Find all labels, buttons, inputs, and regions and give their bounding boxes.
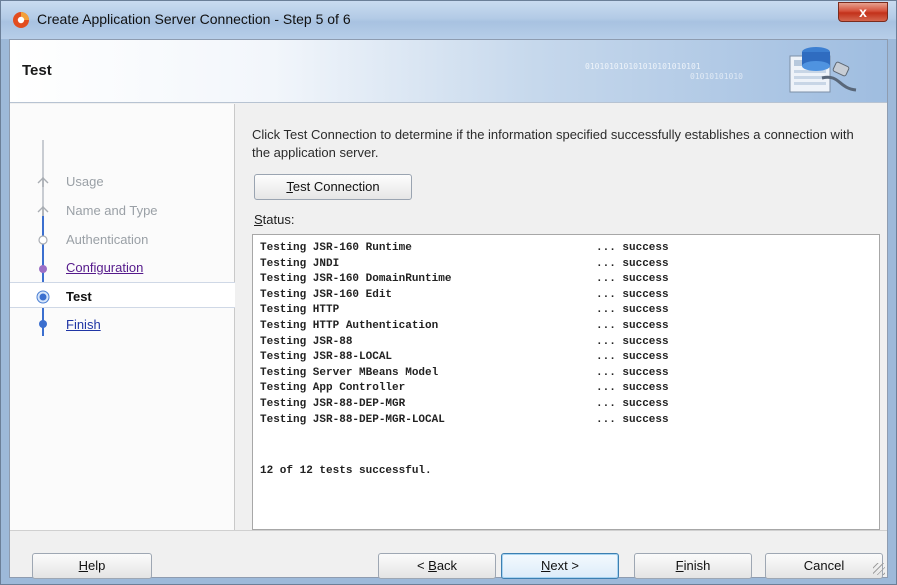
nav-label-finish: Finish [66, 317, 101, 332]
status-row: Testing JSR-88 ... success [260, 336, 669, 352]
nav-label-name-and-type: Name and Type [66, 203, 158, 218]
step-description: Click Test Connection to determine if th… [252, 127, 854, 160]
status-test-name: Testing JSR-160 Runtime [260, 242, 412, 254]
next-label: ext > [550, 558, 579, 573]
header-binary-decoration: 010101010101010101010101 [585, 62, 701, 71]
step-title: Test [22, 62, 52, 79]
status-result: ... success [596, 382, 669, 395]
wizard-steps-nav: Usage Name and Type Authentication Confi… [10, 104, 235, 530]
status-test-name: Testing JSR-88-LOCAL [260, 351, 393, 364]
step-visited-icon [39, 265, 47, 273]
step-content: Click Test Connection to determine if th… [252, 104, 882, 530]
nav-step-usage[interactable]: Usage [10, 168, 235, 194]
status-label-text: tatus: [262, 212, 295, 227]
nav-label-test: Test [66, 289, 92, 304]
status-test-name: Testing Server MBeans Model [260, 366, 439, 379]
status-output-area[interactable]: Testing JSR-160 Runtime ... success Testi… [252, 234, 880, 530]
back-label: ack [436, 558, 458, 573]
cancel-button[interactable]: Cancel [765, 553, 883, 579]
status-result: ... success [596, 319, 669, 332]
step-done-icon [37, 177, 49, 187]
status-test-name: Testing HTTP [260, 304, 340, 317]
step-pending-icon [39, 320, 47, 328]
status-result: ... success [596, 304, 669, 317]
status-row: Testing HTTP Authentication ... success [260, 320, 669, 336]
status-row: Testing Server MBeans Model ... success [260, 367, 669, 383]
status-result: ... success [596, 288, 669, 301]
status-row: Testing JSR-88-DEP-MGR-LOCAL ... success [260, 414, 669, 430]
finish-button[interactable]: Finish [634, 553, 752, 579]
header-binary-decoration-2: 01010101010 [690, 72, 743, 81]
status-result: ... success [596, 397, 669, 410]
nav-label-configuration: Configuration [66, 260, 144, 275]
finish-label: inish [683, 558, 711, 573]
nav-step-test[interactable]: Test [10, 282, 235, 308]
nav-step-authentication[interactable]: Authentication [10, 226, 235, 252]
status-row: Testing JSR-160 DomainRuntime ... success [260, 273, 669, 289]
status-result: ... success [596, 366, 669, 379]
status-label: Status: [254, 212, 294, 227]
status-lines: Testing JSR-160 Runtime ... success Testi… [260, 242, 669, 429]
status-result: ... success [596, 413, 669, 426]
title-bar[interactable]: Create Application Server Connection - S… [1, 1, 896, 39]
close-button[interactable]: x [838, 2, 888, 22]
status-test-name: Testing JSR-160 Edit [260, 288, 393, 301]
status-test-name: Testing JSR-88-DEP-MGR [260, 397, 406, 410]
help-button[interactable]: Help [32, 553, 152, 579]
status-label-mnemonic: S [254, 212, 263, 227]
server-connection-icon [789, 47, 857, 93]
status-row: Testing JNDI ... success [260, 258, 669, 274]
step-done-icon [38, 235, 48, 245]
step-done-icon [37, 206, 49, 216]
nav-step-configuration[interactable]: Configuration [10, 254, 235, 280]
status-test-name: Testing HTTP Authentication [260, 319, 439, 332]
test-connection-label: est Connection [292, 179, 380, 194]
status-row: Testing JSR-160 Runtime ... success [260, 242, 669, 258]
status-test-name: Testing JSR-160 DomainRuntime [260, 273, 452, 286]
back-mnemonic: B [428, 558, 437, 573]
status-test-name: Testing JNDI [260, 257, 340, 270]
dialog-client: Test 010101010101010101010101 0101010101… [9, 39, 888, 579]
status-test-name: Testing JSR-88-DEP-MGR-LOCAL [260, 413, 445, 426]
status-row: Testing JSR-88-DEP-MGR ... success [260, 398, 669, 414]
next-mnemonic: N [541, 558, 551, 573]
help-label: elp [88, 558, 106, 573]
resize-grip[interactable] [873, 563, 885, 575]
wizard-header: Test 010101010101010101010101 0101010101… [10, 40, 887, 103]
status-result: ... success [596, 257, 669, 270]
status-result: ... success [596, 351, 669, 364]
dialog-window: Create Application Server Connection - S… [0, 0, 897, 585]
nav-step-name-and-type[interactable]: Name and Type [10, 197, 235, 223]
status-row: Testing JSR-160 Edit ... success [260, 289, 669, 305]
status-test-name: Testing App Controller [260, 382, 406, 395]
nav-label-authentication: Authentication [66, 232, 149, 247]
nav-label-usage: Usage [66, 174, 104, 189]
status-row: Testing JSR-88-LOCAL ... success [260, 351, 669, 367]
status-result: ... success [596, 242, 669, 254]
back-button[interactable]: < Back [378, 553, 496, 579]
status-test-name: Testing JSR-88 [260, 335, 353, 348]
status-row: Testing HTTP ... success [260, 304, 669, 320]
footer-divider [10, 530, 887, 531]
test-connection-button[interactable]: Test Connection [254, 174, 412, 200]
status-row: Testing App Controller ... success [260, 382, 669, 398]
status-summary: 12 of 12 tests successful. [260, 465, 432, 477]
status-result: ... success [596, 273, 669, 286]
finish-mnemonic: F [675, 558, 684, 573]
step-current-icon [36, 290, 50, 304]
next-button[interactable]: Next > [501, 553, 619, 579]
back-prefix: < [416, 558, 429, 573]
oracle-app-icon [13, 12, 29, 28]
status-result: ... success [596, 335, 669, 348]
window-title: Create Application Server Connection - S… [37, 11, 351, 27]
nav-step-finish[interactable]: Finish [10, 311, 235, 337]
help-mnemonic: H [78, 558, 89, 573]
